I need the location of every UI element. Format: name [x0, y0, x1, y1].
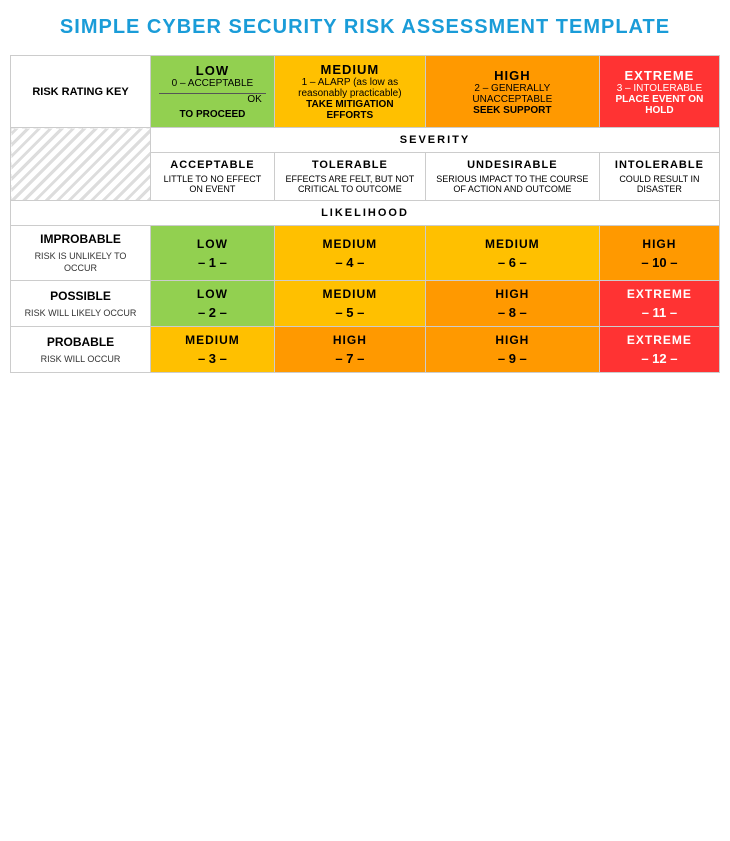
risk-num-3-4: – 12 –	[608, 351, 711, 366]
risk-name-2-3: HIGH	[434, 287, 591, 301]
risk-num-1-3: – 6 –	[434, 255, 591, 270]
page-title: SIMPLE CYBER SECURITY RISK ASSESSMENT TE…	[10, 10, 720, 45]
rating-col-high: HIGH 2 – GENERALLY UNACCEPTABLE SEEK SUP…	[425, 56, 599, 128]
rating-sub-low: 0 – ACCEPTABLE	[159, 78, 266, 89]
risk-cell-3-1: MEDIUM – 3 –	[151, 327, 275, 373]
risk-cell-3-3: HIGH – 9 –	[425, 327, 599, 373]
rating-col-extreme: EXTREME 3 – INTOLERABLE PLACE EVENT ON H…	[599, 56, 719, 128]
risk-name-3-1: MEDIUM	[159, 333, 266, 347]
sev-head-tolerable: TOLERABLE	[283, 159, 417, 171]
likelihood-row-improbable: IMPROBABLE RISK IS UNLIKELY TO OCCUR	[11, 226, 151, 281]
rating-head-high: HIGH	[434, 68, 591, 83]
risk-name-3-2: HIGH	[283, 333, 417, 347]
risk-num-2-3: – 8 –	[434, 305, 591, 320]
risk-cell-2-1: LOW – 2 –	[151, 281, 275, 327]
rating-head-low: LOW	[159, 63, 266, 78]
risk-cell-3-2: HIGH – 7 –	[274, 327, 425, 373]
risk-num-3-2: – 7 –	[283, 351, 417, 366]
rating-head-extreme: EXTREME	[608, 68, 711, 83]
sev-sub-intolerable: COULD RESULT IN DISASTER	[608, 174, 711, 194]
severity-col-intolerable: INTOLERABLE COULD RESULT IN DISASTER	[599, 153, 719, 201]
probable-sub: RISK WILL OCCUR	[41, 354, 121, 364]
risk-cell-3-4: EXTREME – 12 –	[599, 327, 719, 373]
risk-num-1-4: – 10 –	[608, 255, 711, 270]
risk-name-3-3: HIGH	[434, 333, 591, 347]
risk-cell-2-3: HIGH – 8 –	[425, 281, 599, 327]
severity-hatched-cell	[11, 128, 151, 201]
sev-sub-undesirable: SERIOUS IMPACT TO THE COURSE OF ACTION A…	[434, 174, 591, 194]
possible-sub: RISK WILL LIKELY OCCUR	[25, 308, 137, 318]
risk-num-2-4: – 11 –	[608, 305, 711, 320]
likelihood-label: LIKELIHOOD	[11, 201, 720, 226]
rating-action-low: TO PROCEED	[159, 109, 266, 120]
risk-cell-2-4: EXTREME – 11 –	[599, 281, 719, 327]
sev-sub-tolerable: EFFECTS ARE FELT, BUT NOT CRITICAL TO OU…	[283, 174, 417, 194]
severity-header: SEVERITY	[151, 128, 720, 153]
risk-name-3-4: EXTREME	[608, 333, 711, 347]
risk-name-1-2: MEDIUM	[283, 237, 417, 251]
risk-num-3-1: – 3 –	[159, 351, 266, 366]
rating-sub-high: 2 – GENERALLY UNACCEPTABLE	[434, 83, 591, 105]
risk-num-2-1: – 2 –	[159, 305, 266, 320]
sev-head-acceptable: ACCEPTABLE	[159, 159, 266, 171]
rating-sub-medium: 1 – ALARP (as low as reasonably practica…	[283, 77, 417, 99]
risk-cell-1-2: MEDIUM – 4 –	[274, 226, 425, 281]
risk-num-1-2: – 4 –	[283, 255, 417, 270]
sev-head-undesirable: UNDESIRABLE	[434, 159, 591, 171]
risk-cell-1-4: HIGH – 10 –	[599, 226, 719, 281]
risk-num-3-3: – 9 –	[434, 351, 591, 366]
severity-col-acceptable: ACCEPTABLE LITTLE TO NO EFFECT ON EVENT	[151, 153, 275, 201]
likelihood-row-possible: POSSIBLE RISK WILL LIKELY OCCUR	[11, 281, 151, 327]
rating-col-medium: MEDIUM 1 – ALARP (as low as reasonably p…	[274, 56, 425, 128]
rating-action-medium: TAKE MITIGATION EFFORTS	[283, 99, 417, 121]
risk-rating-key-label: RISK RATING KEY	[11, 56, 151, 128]
rating-sub-extreme: 3 – INTOLERABLE	[608, 83, 711, 94]
risk-name-1-4: HIGH	[608, 237, 711, 251]
rating-head-medium: MEDIUM	[283, 62, 417, 77]
rating-action-high: SEEK SUPPORT	[434, 105, 591, 116]
likelihood-row-probable: PROBABLE RISK WILL OCCUR	[11, 327, 151, 373]
risk-name-2-1: LOW	[159, 287, 266, 301]
risk-name-2-4: EXTREME	[608, 287, 711, 301]
risk-num-1-1: – 1 –	[159, 255, 266, 270]
sev-sub-acceptable: LITTLE TO NO EFFECT ON EVENT	[159, 174, 266, 194]
rating-col-low: LOW 0 – ACCEPTABLE OK TO PROCEED	[151, 56, 275, 128]
risk-name-2-2: MEDIUM	[283, 287, 417, 301]
severity-col-undesirable: UNDESIRABLE SERIOUS IMPACT TO THE COURSE…	[425, 153, 599, 201]
risk-cell-1-1: LOW – 1 –	[151, 226, 275, 281]
possible-title: POSSIBLE	[19, 289, 142, 303]
ok-line-low: OK	[159, 93, 266, 105]
severity-col-tolerable: TOLERABLE EFFECTS ARE FELT, BUT NOT CRIT…	[274, 153, 425, 201]
risk-name-1-3: MEDIUM	[434, 237, 591, 251]
improbable-sub: RISK IS UNLIKELY TO OCCUR	[35, 251, 127, 273]
sev-head-intolerable: INTOLERABLE	[608, 159, 711, 171]
risk-name-1-1: LOW	[159, 237, 266, 251]
risk-num-2-2: – 5 –	[283, 305, 417, 320]
improbable-title: IMPROBABLE	[19, 232, 142, 246]
risk-cell-2-2: MEDIUM – 5 –	[274, 281, 425, 327]
rating-action-extreme: PLACE EVENT ON HOLD	[608, 94, 711, 116]
probable-title: PROBABLE	[19, 335, 142, 349]
risk-cell-1-3: MEDIUM – 6 –	[425, 226, 599, 281]
